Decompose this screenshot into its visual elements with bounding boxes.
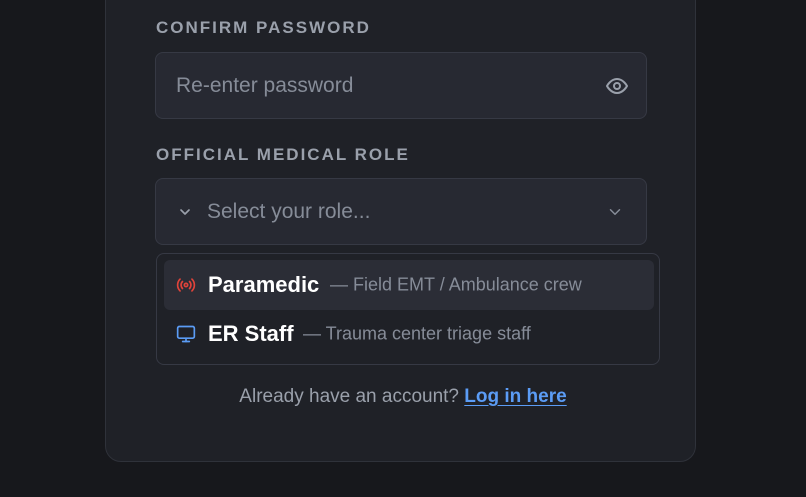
role-option-er-staff[interactable]: ER Staff — Trauma center triage staff xyxy=(164,309,654,359)
login-link[interactable]: Log in here xyxy=(464,386,566,407)
role-select-placeholder: Select your role... xyxy=(207,199,371,223)
login-prompt-text: Already have an account? xyxy=(239,386,460,407)
confirm-password-label: CONFIRM PASSWORD xyxy=(156,18,371,37)
eye-icon[interactable] xyxy=(605,74,629,98)
chevron-down-icon xyxy=(180,209,190,215)
role-dropdown-menu: Paramedic — Field EMT / Ambulance crew E… xyxy=(156,253,660,365)
confirm-password-placeholder: Re-enter password xyxy=(176,73,354,97)
monitor-icon xyxy=(176,325,196,343)
role-option-description: — Trauma center triage staff xyxy=(303,323,531,344)
role-option-description: — Field EMT / Ambulance crew xyxy=(330,274,582,295)
broadcast-icon xyxy=(176,278,196,292)
confirm-password-field[interactable]: Re-enter password xyxy=(155,52,647,119)
login-prompt: Already have an account? Log in here xyxy=(0,386,806,408)
role-select[interactable]: Select your role... xyxy=(155,178,647,245)
select-chevron-down-icon[interactable] xyxy=(606,203,624,221)
medical-role-label: OFFICIAL MEDICAL ROLE xyxy=(156,145,410,164)
role-option-title: Paramedic xyxy=(208,272,320,297)
role-option-paramedic[interactable]: Paramedic — Field EMT / Ambulance crew xyxy=(164,260,654,310)
role-option-title: ER Staff xyxy=(208,321,294,346)
